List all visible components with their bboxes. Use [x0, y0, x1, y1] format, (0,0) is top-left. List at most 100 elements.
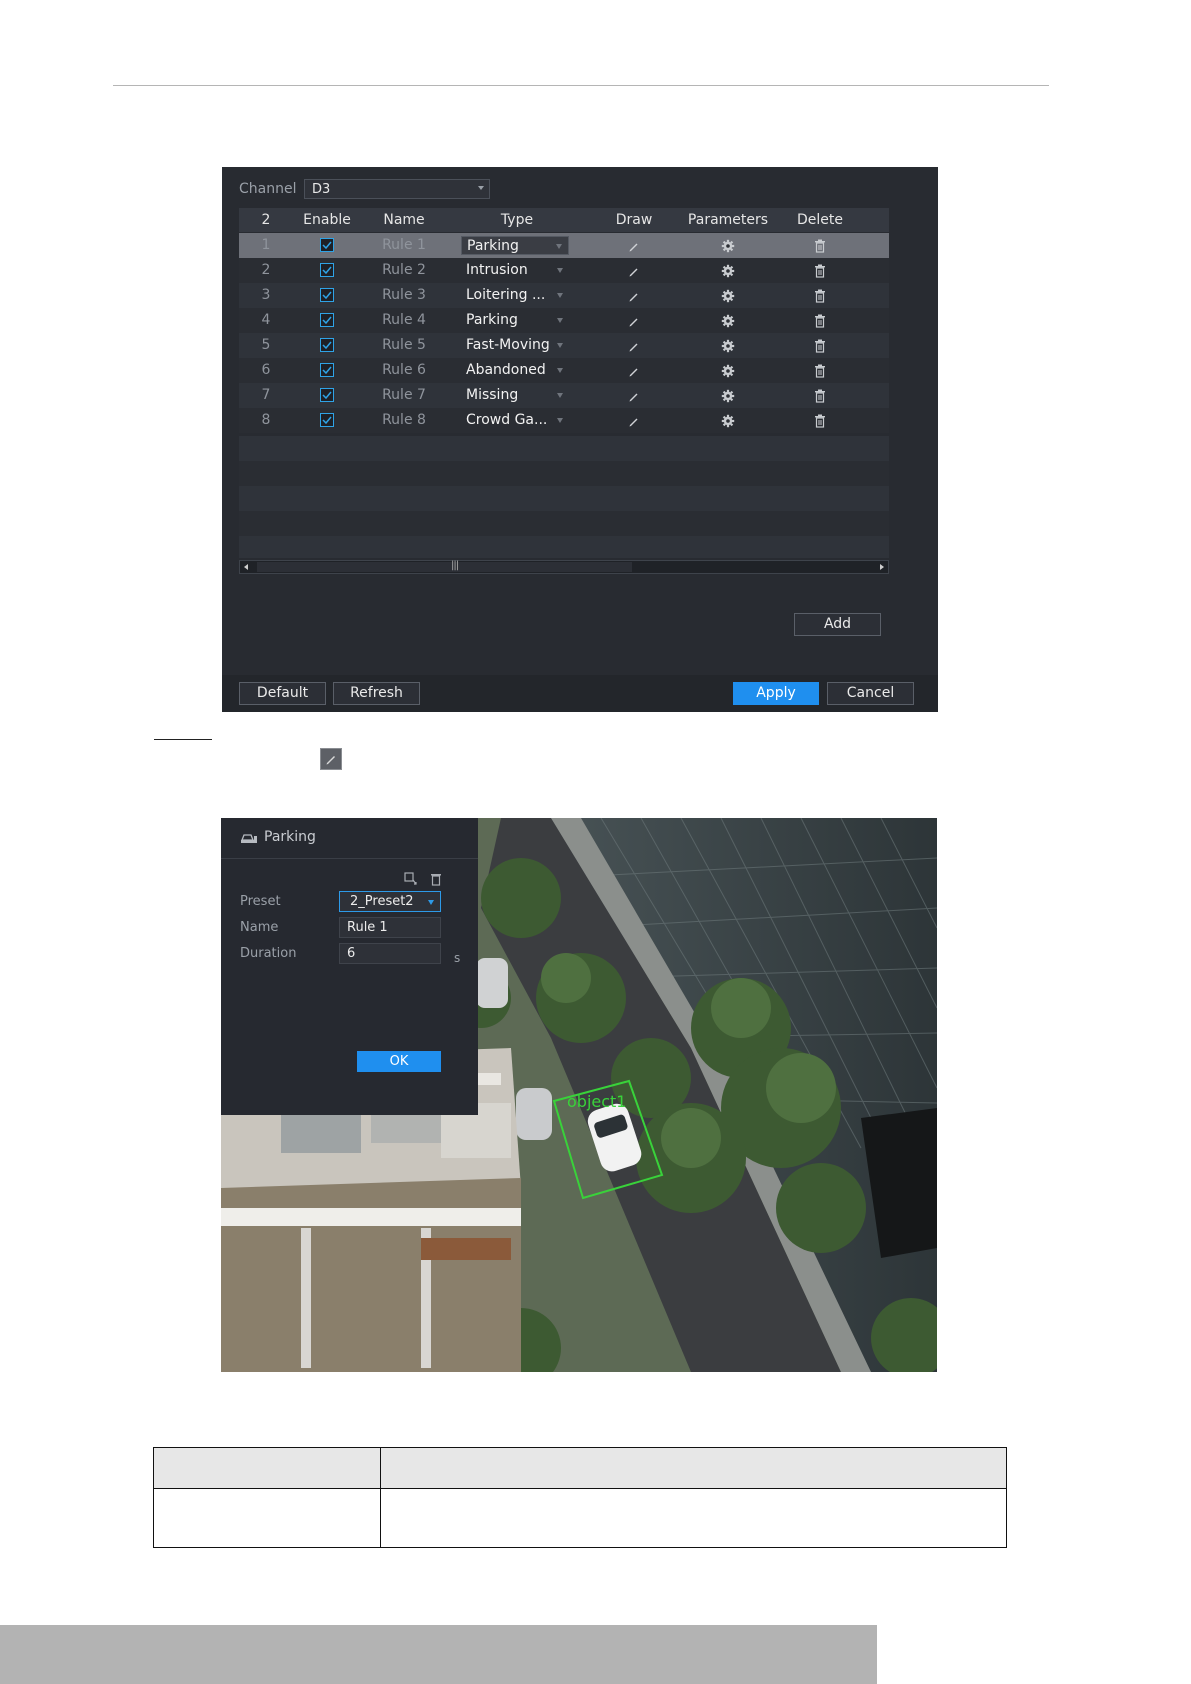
rule-name: Rule 5 [382, 337, 426, 353]
pencil-icon[interactable] [627, 413, 641, 432]
table-row[interactable]: 1 Rule 1 Parking [239, 233, 889, 258]
rule-number: 2 [261, 262, 271, 278]
enable-checkbox[interactable] [320, 413, 334, 427]
copy-icon[interactable] [404, 872, 418, 886]
header-rule [113, 85, 1049, 86]
header-delete: Delete [797, 212, 843, 228]
scroll-thumb[interactable]: ||| [257, 560, 632, 572]
name-input[interactable]: Rule 1 [339, 917, 441, 938]
scroll-left-icon[interactable] [244, 564, 248, 570]
parking-rule-view: object1 Parking Preset 2_Preset2 Name Ru… [221, 818, 937, 1372]
type-value: Intrusion [466, 262, 528, 278]
gear-icon[interactable] [721, 313, 735, 332]
rule-number: 6 [261, 362, 271, 378]
type-select[interactable]: Intrusion [461, 261, 569, 280]
type-select[interactable]: Abandoned [461, 361, 569, 380]
table-row[interactable]: 8 Rule 8 Crowd Ga... [239, 408, 889, 433]
dialog-title-bar: Parking [221, 818, 478, 859]
parameter-table [153, 1447, 1007, 1548]
gear-icon[interactable] [721, 413, 735, 432]
type-select[interactable]: Parking [461, 311, 569, 330]
rule-name: Rule 8 [382, 412, 426, 428]
trash-icon[interactable] [814, 263, 826, 282]
pencil-icon[interactable] [627, 338, 641, 357]
duration-label: Duration [240, 946, 297, 961]
refresh-button[interactable]: Refresh [333, 682, 420, 705]
pencil-icon[interactable] [627, 388, 641, 407]
object-label: object1 [567, 1092, 626, 1111]
page-footer-bar [0, 1625, 877, 1684]
ok-button[interactable]: OK [357, 1051, 441, 1072]
gear-icon[interactable] [721, 388, 735, 407]
pencil-icon[interactable] [627, 288, 641, 307]
trash-icon[interactable] [814, 288, 826, 307]
header-name: Name [383, 212, 425, 228]
trash-icon[interactable] [814, 338, 826, 357]
empty-row [239, 436, 889, 461]
apply-button[interactable]: Apply [733, 682, 819, 705]
add-button[interactable]: Add [794, 613, 881, 636]
gear-icon[interactable] [721, 338, 735, 357]
table-row[interactable]: 5 Rule 5 Fast-Moving [239, 333, 889, 358]
enable-checkbox[interactable] [320, 388, 334, 402]
gear-icon[interactable] [721, 363, 735, 382]
type-value: Parking [467, 238, 519, 254]
preset-select[interactable]: 2_Preset2 [339, 891, 441, 912]
enable-checkbox[interactable] [320, 263, 334, 277]
chevron-down-icon [557, 318, 563, 323]
scroll-right-icon[interactable] [880, 564, 884, 570]
empty-row [239, 536, 889, 558]
table-row[interactable]: 3 Rule 3 Loitering ... [239, 283, 889, 308]
type-select[interactable]: Loitering ... [461, 286, 569, 305]
enable-checkbox[interactable] [320, 338, 334, 352]
trash-icon[interactable] [430, 872, 442, 886]
enable-checkbox[interactable] [320, 363, 334, 377]
type-select[interactable]: Fast-Moving [461, 336, 569, 355]
type-value: Loitering ... [466, 287, 546, 303]
duration-input[interactable]: 6 [339, 943, 441, 964]
pencil-icon[interactable] [627, 313, 641, 332]
enable-checkbox[interactable] [320, 238, 334, 252]
table-row[interactable]: 6 Rule 6 Abandoned [239, 358, 889, 383]
header-type: Type [500, 212, 534, 228]
type-value: Crowd Ga... [466, 412, 548, 428]
channel-select[interactable]: D3 [304, 179, 490, 199]
name-label: Name [240, 920, 279, 935]
chevron-down-icon [478, 186, 484, 190]
trash-icon[interactable] [814, 413, 826, 432]
pencil-icon[interactable] [627, 363, 641, 382]
table-row[interactable]: 7 Rule 7 Missing [239, 383, 889, 408]
type-value: Abandoned [466, 362, 546, 378]
table-row[interactable]: 2 Rule 2 Intrusion [239, 258, 889, 283]
enable-checkbox[interactable] [320, 313, 334, 327]
trash-icon[interactable] [814, 388, 826, 407]
enable-checkbox[interactable] [320, 288, 334, 302]
rule-table: 2 Enable Name Type Draw Parameters Delet… [239, 208, 889, 578]
rule-name: Rule 2 [382, 262, 426, 278]
type-select[interactable]: Crowd Ga... [461, 411, 569, 430]
type-value: Missing [466, 387, 519, 403]
type-select[interactable]: Missing [461, 386, 569, 405]
rule-name: Rule 6 [382, 362, 426, 378]
chevron-down-icon [557, 343, 563, 348]
horizontal-scrollbar[interactable]: ||| [239, 560, 889, 574]
duration-value: 6 [347, 946, 356, 961]
gear-icon[interactable] [721, 263, 735, 282]
trash-icon[interactable] [814, 313, 826, 332]
type-select[interactable]: Parking [461, 236, 569, 255]
grip-icon: ||| [451, 560, 459, 571]
trash-icon[interactable] [814, 363, 826, 382]
default-button[interactable]: Default [239, 682, 326, 705]
gear-icon[interactable] [721, 238, 735, 257]
type-value: Fast-Moving [466, 337, 550, 353]
chevron-down-icon [428, 900, 434, 905]
pencil-icon[interactable] [627, 263, 641, 282]
table-row[interactable]: 4 Rule 4 Parking [239, 308, 889, 333]
trash-icon[interactable] [814, 238, 826, 257]
gear-icon[interactable] [721, 288, 735, 307]
pencil-icon[interactable] [627, 238, 641, 257]
cancel-button[interactable]: Cancel [827, 682, 914, 705]
name-value: Rule 1 [347, 920, 388, 935]
rule-number: 1 [261, 237, 271, 253]
pencil-icon [320, 748, 342, 770]
